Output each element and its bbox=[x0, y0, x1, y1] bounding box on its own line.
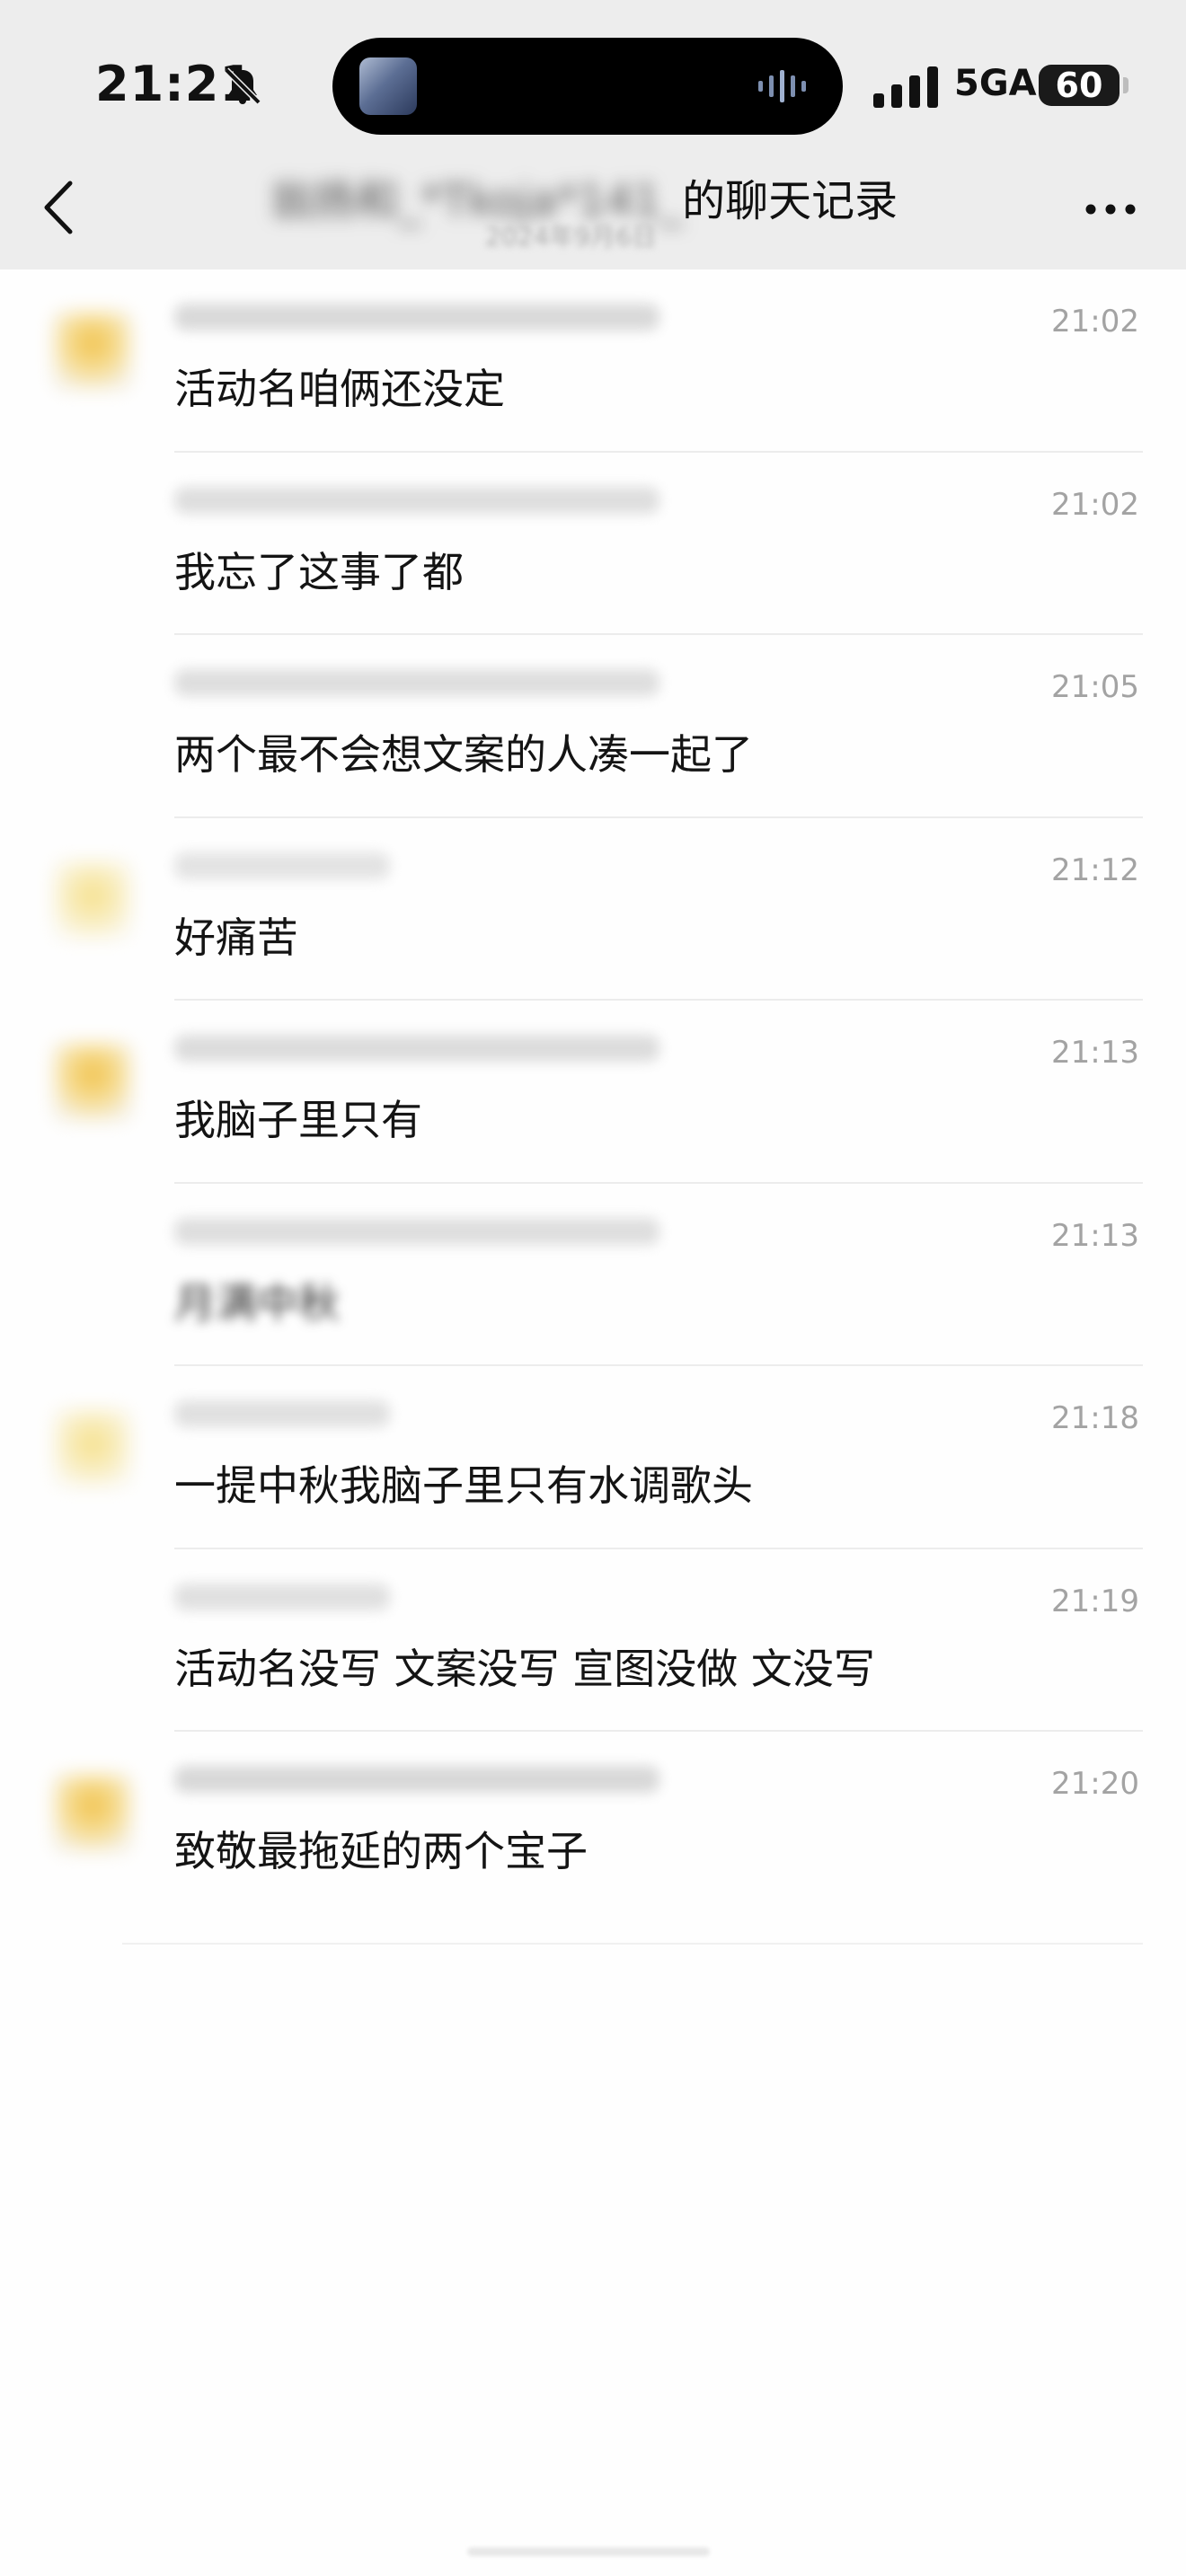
network-label: 5GA bbox=[954, 63, 1037, 104]
sender-name-blurred bbox=[174, 486, 659, 514]
mute-bell-icon bbox=[224, 67, 261, 105]
sender-name-blurred bbox=[174, 1035, 659, 1062]
dynamic-island[interactable] bbox=[332, 38, 843, 135]
message-text: 活动名咱俩还没定 bbox=[174, 365, 505, 413]
message-time: 21:20 bbox=[1051, 1766, 1139, 1802]
sender-name-blurred bbox=[174, 304, 659, 331]
audio-wave-icon bbox=[758, 70, 806, 102]
message-row[interactable]: 21:12 好痛苦 bbox=[0, 818, 1186, 1001]
avatar[interactable] bbox=[54, 1775, 131, 1852]
message-row[interactable]: 21:13 月满中秋 bbox=[0, 1184, 1186, 1366]
message-time: 21:12 bbox=[1051, 851, 1139, 888]
avatar[interactable] bbox=[54, 860, 131, 939]
avatar[interactable] bbox=[54, 1409, 131, 1486]
sender-name-blurred bbox=[174, 851, 390, 879]
more-options-icon[interactable] bbox=[1084, 199, 1137, 219]
message-text: 两个最不会想文案的人凑一起了 bbox=[174, 730, 753, 779]
sender-name-blurred bbox=[174, 1400, 390, 1427]
message-time: 21:13 bbox=[1051, 1035, 1139, 1071]
sender-name-blurred bbox=[174, 1766, 659, 1793]
message-time: 21:02 bbox=[1051, 304, 1139, 340]
message-row[interactable]: 21:02 我忘了这事了都 bbox=[0, 453, 1186, 635]
message-text: 我脑子里只有 bbox=[174, 1096, 422, 1144]
top-bar: 21:21 5GA 60 翁扬和_*Tkoja*141_的聊天记录 2024年9… bbox=[0, 0, 1186, 269]
message-text: 月满中秋 bbox=[174, 1278, 340, 1328]
message-time: 21:18 bbox=[1051, 1400, 1139, 1436]
sender-name-blurred bbox=[174, 1217, 659, 1245]
battery-indicator: 60 bbox=[1039, 65, 1120, 106]
home-indicator[interactable] bbox=[467, 2547, 710, 2556]
avatar[interactable] bbox=[54, 1044, 131, 1121]
title-suffix: 的聊天记录 bbox=[682, 176, 898, 226]
message-row[interactable]: 21:02 活动名咱俩还没定 bbox=[0, 269, 1186, 453]
message-text: 好痛苦 bbox=[174, 913, 298, 962]
page-subtitle: 2024年9月6日 bbox=[485, 222, 657, 251]
message-row[interactable]: 21:19 活动名没写 文案没写 宣图没做 文没写 bbox=[0, 1549, 1186, 1732]
message-row[interactable]: 21:05 两个最不会想文案的人凑一起了 bbox=[0, 635, 1186, 818]
sender-name-blurred bbox=[174, 1583, 390, 1610]
message-list: 21:02 活动名咱俩还没定 21:02 我忘了这事了都 21:05 两个最不会想文案的人… bbox=[0, 269, 1186, 1915]
sender-name-blurred bbox=[174, 669, 659, 696]
now-playing-thumbnail bbox=[359, 57, 417, 115]
message-time: 21:13 bbox=[1051, 1217, 1139, 1254]
message-text: 活动名没写 文案没写 宣图没做 文没写 bbox=[174, 1644, 875, 1693]
back-chevron-icon[interactable] bbox=[36, 176, 83, 239]
message-time: 21:02 bbox=[1051, 486, 1139, 523]
list-end-divider bbox=[122, 1943, 1143, 1945]
message-row[interactable]: 21:13 我脑子里只有 bbox=[0, 1001, 1186, 1184]
message-time: 21:05 bbox=[1051, 669, 1139, 705]
message-text: 我忘了这事了都 bbox=[174, 547, 464, 596]
message-text: 一提中秋我脑子里只有水调歌头 bbox=[174, 1461, 753, 1510]
message-time: 21:19 bbox=[1051, 1583, 1139, 1619]
signal-icon bbox=[873, 66, 938, 108]
message-row[interactable]: 21:20 致敬最拖延的两个宝子 bbox=[0, 1732, 1186, 1915]
battery-tip bbox=[1123, 77, 1128, 93]
message-text: 致敬最拖延的两个宝子 bbox=[174, 1827, 588, 1875]
avatar[interactable] bbox=[54, 313, 131, 390]
message-row[interactable]: 21:18 一提中秋我脑子里只有水调歌头 bbox=[0, 1366, 1186, 1549]
